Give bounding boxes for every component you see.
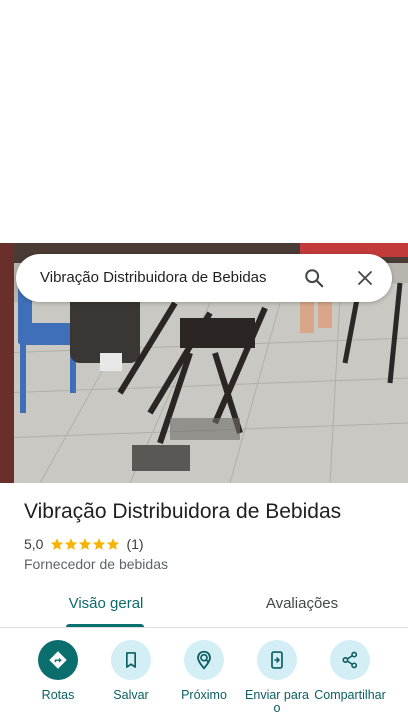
star-rating: [50, 537, 120, 551]
place-category[interactable]: Fornecedor de bebidas: [24, 556, 394, 572]
close-icon[interactable]: [353, 266, 377, 290]
directions-label: Rotas: [41, 688, 75, 702]
search-input[interactable]: Vibração Distribuidora de Bebidas: [40, 269, 267, 286]
star-icon: [79, 538, 92, 550]
place-info: Vibração Distribuidora de Bebidas 5,0 (1…: [24, 500, 394, 572]
tab-reviews[interactable]: Avaliações: [252, 588, 352, 628]
send-to-phone-label: Enviar para o: [245, 688, 309, 715]
star-icon: [107, 538, 120, 550]
send-to-phone-button-circle: [257, 640, 297, 680]
action-bar: Rotas Salvar Próximo Enviar para o Compa…: [0, 640, 408, 726]
directions-icon: [49, 651, 67, 669]
place-title: Vibração Distribuidora de Bebidas: [24, 500, 342, 523]
rating-value: 5,0: [24, 536, 44, 552]
share-label: Compartilhar: [314, 688, 386, 702]
nearby-button-circle: [184, 640, 224, 680]
review-count[interactable]: (1): [126, 536, 143, 552]
send-to-phone-button[interactable]: Enviar para o: [240, 640, 314, 715]
send-to-phone-icon: [271, 651, 283, 669]
star-icon: [65, 538, 78, 550]
nearby-icon: [197, 650, 211, 670]
save-button-circle: [111, 640, 151, 680]
search-bar[interactable]: Vibração Distribuidora de Bebidas: [16, 254, 392, 302]
bookmark-icon: [126, 652, 136, 668]
star-icon: [51, 538, 64, 550]
directions-button[interactable]: Rotas: [21, 640, 95, 702]
share-button-circle: [330, 640, 370, 680]
rating-row[interactable]: 5,0 (1): [24, 536, 394, 552]
save-button[interactable]: Salvar: [94, 640, 168, 702]
tab-selected-indicator: [66, 624, 144, 627]
share-button[interactable]: Compartilhar: [313, 640, 387, 702]
map-blank-area: [0, 0, 408, 243]
tab-overview[interactable]: Visão geral: [58, 588, 154, 628]
star-icon: [93, 538, 106, 550]
directions-button-circle: [38, 640, 78, 680]
search-icon[interactable]: [302, 266, 326, 290]
save-label: Salvar: [113, 688, 149, 702]
share-icon: [342, 651, 358, 669]
nearby-button[interactable]: Próximo: [167, 640, 241, 702]
tab-bar: Visão geral Avaliações: [0, 588, 408, 628]
nearby-label: Próximo: [181, 688, 227, 702]
